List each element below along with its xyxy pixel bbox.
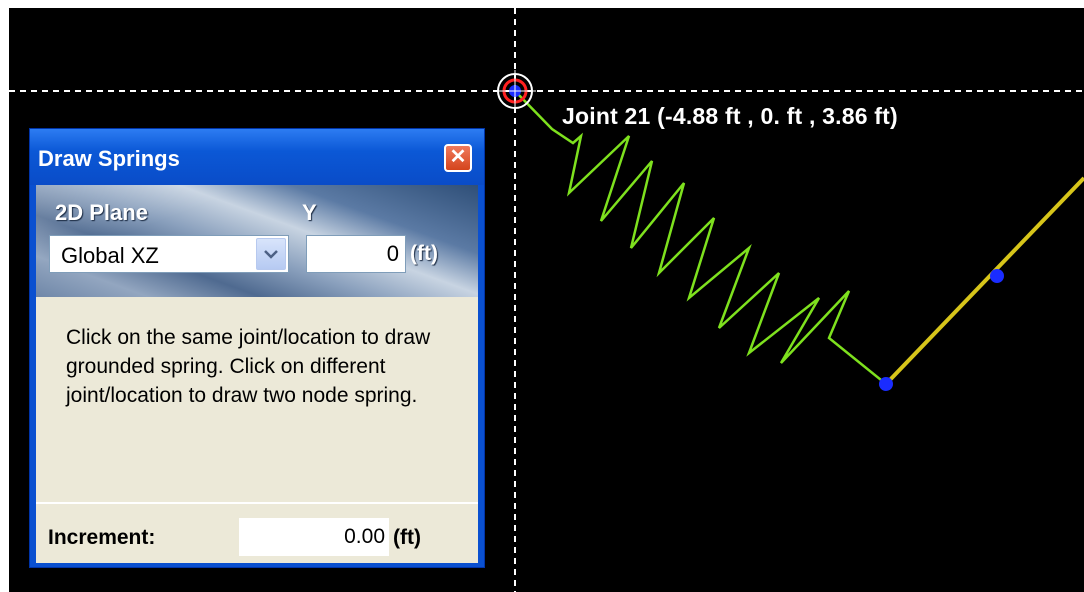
draw-springs-dialog: Draw Springs ✕ 2D Plane Y Global XZ (ft)… — [29, 128, 485, 568]
increment-input[interactable] — [239, 518, 389, 556]
dropdown-arrow-button[interactable] — [256, 238, 286, 270]
plane-label: 2D Plane — [55, 200, 148, 225]
joint-node[interactable] — [990, 269, 1004, 283]
increment-unit-label: (ft) — [393, 526, 421, 549]
instructions-text: Click on the same joint/location to draw… — [66, 326, 431, 407]
close-x-icon: ✕ — [449, 146, 467, 168]
chevron-down-icon — [264, 250, 278, 259]
joint-node[interactable] — [879, 377, 893, 391]
increment-label: Increment: — [48, 526, 156, 549]
dialog-title: Draw Springs — [38, 146, 180, 171]
joint-coordinate-label: Joint 21 (-4.88 ft , 0. ft , 3.86 ft) — [562, 103, 898, 129]
plane-dropdown[interactable]: Global XZ — [49, 235, 289, 273]
y-label: Y — [302, 200, 317, 225]
dialog-titlebar[interactable]: Draw Springs ✕ — [30, 129, 484, 185]
dialog-body: Click on the same joint/location to draw… — [36, 297, 478, 563]
y-coordinate-input[interactable] — [306, 235, 406, 273]
increment-row: Increment: (ft) — [36, 502, 478, 564]
spring-element[interactable] — [514, 90, 887, 385]
close-button[interactable]: ✕ — [444, 144, 472, 172]
plane-dropdown-value: Global XZ — [61, 243, 159, 268]
plane-settings-area: 2D Plane Y Global XZ (ft) — [36, 185, 478, 297]
y-unit-label: (ft) — [410, 242, 438, 265]
frame-member[interactable] — [884, 176, 1084, 386]
